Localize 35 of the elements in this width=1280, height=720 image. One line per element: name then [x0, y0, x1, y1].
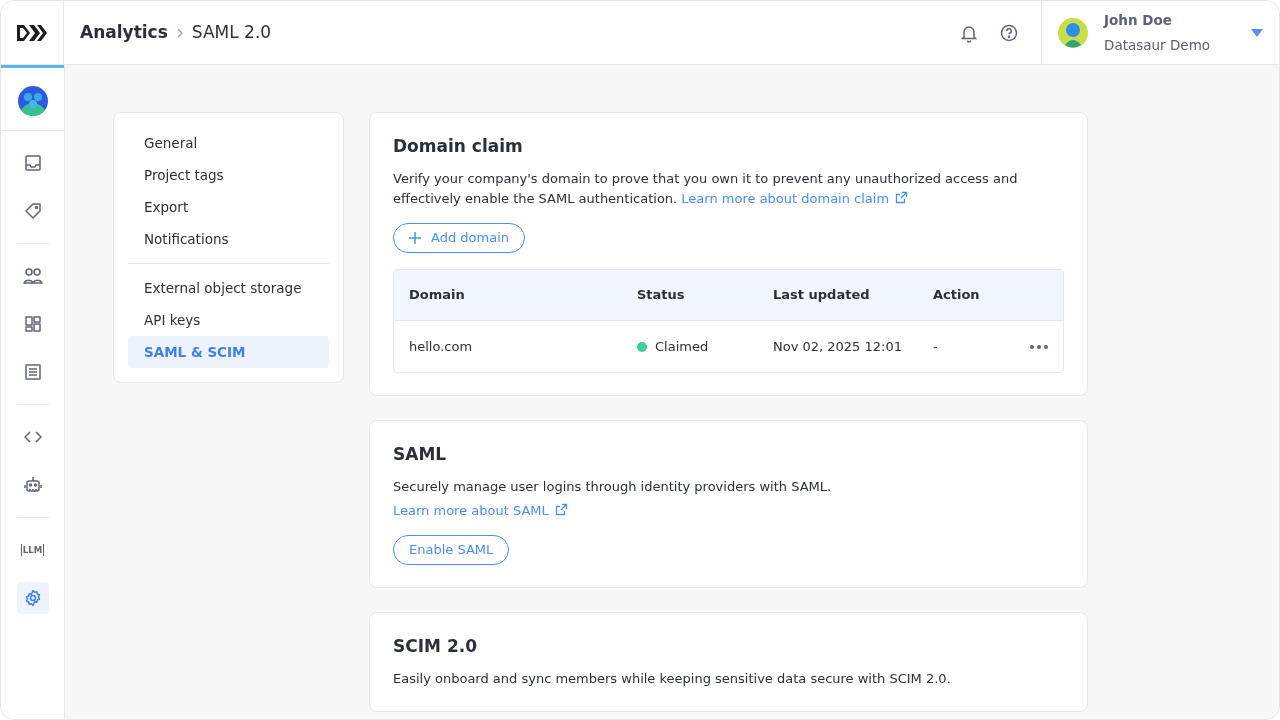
breadcrumb-link[interactable]: Analytics: [80, 19, 168, 46]
table-cell-text: Nov 02, 2025 12:01: [773, 337, 903, 356]
table-cell-text: hello.com: [409, 337, 474, 356]
user-avatar: [1058, 17, 1088, 48]
menu-item[interactable]: Export: [128, 191, 329, 223]
external-link-icon: [895, 191, 909, 204]
menu-item[interactable]: API keys: [128, 304, 329, 336]
caret-icon: [1251, 28, 1263, 37]
user-name: John Doe: [1104, 11, 1173, 31]
description-text: Securely manage user logins through identity providers with SAML.: [393, 478, 833, 496]
logo-icon: [17, 24, 47, 41]
external-link-icon: [554, 503, 568, 516]
column-header: Status: [637, 286, 686, 305]
chevron-icon: [175, 26, 184, 39]
table-cell-text: -: [933, 337, 939, 356]
column-header: Last updated: [773, 286, 871, 305]
description-text: Verify your company's domain to prove that you own it to prevent any unauthorized access and effectively enable the SAML authentication. Learn more about domain claim: [393, 170, 1019, 208]
more-icon[interactable]: [1030, 344, 1048, 349]
description-text: Easily onboard and sync members while keeping sensitive data secure with SCIM 2.0.: [393, 670, 952, 688]
menu-item[interactable]: Notifications: [128, 223, 329, 255]
column-header: Action: [933, 286, 981, 305]
column-header: Domain: [409, 286, 466, 305]
status-text: Claimed: [655, 337, 709, 356]
section-title: SAML: [393, 443, 448, 465]
section-title: Domain claim: [393, 135, 524, 157]
menu-item[interactable]: Project tags: [128, 159, 329, 191]
user-menu[interactable]: John Doe Datasaur Demo: [1041, 1, 1279, 64]
settings-icon[interactable]: [16, 582, 49, 614]
section-title: SCIM 2.0: [393, 635, 478, 657]
menu-item[interactable]: General: [128, 127, 329, 159]
plus-icon: [409, 232, 421, 244]
workspace-avatar[interactable]: [17, 86, 48, 116]
workspace-name: Datasaur Demo: [1104, 35, 1212, 55]
page-title: SAML 2.0: [191, 20, 272, 44]
menu-item[interactable]: External object storage: [128, 272, 329, 304]
